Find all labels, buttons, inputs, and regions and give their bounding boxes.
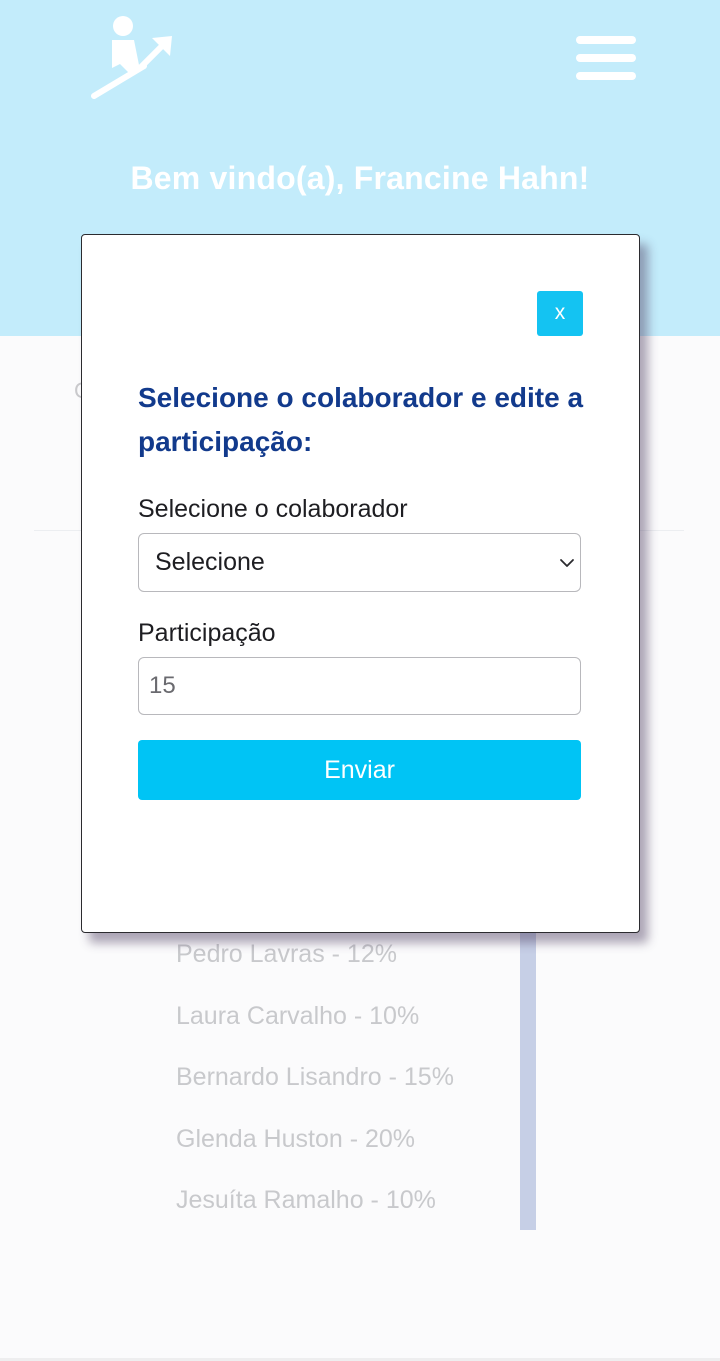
menu-line [576, 54, 636, 62]
welcome-title: Bem vindo(a), Francine Hahn! [130, 160, 590, 196]
submit-button[interactable]: Enviar [138, 740, 581, 800]
close-button[interactable]: x [537, 291, 583, 336]
list-item: Glenda Huston - 20% [176, 1124, 416, 1153]
collaborator-label: Selecione o colaborador [138, 495, 408, 523]
list-item: Laura Carvalho - 10% [176, 1001, 420, 1030]
participation-label: Participação [138, 619, 276, 647]
person-growth-arrow-icon [91, 16, 172, 99]
participation-input[interactable] [138, 657, 581, 715]
list-item: Bernardo Lisandro - 15% [176, 1063, 454, 1091]
menu-line [576, 72, 636, 80]
chevron-down-icon [560, 559, 574, 567]
list-item: Jesuíta Ramalho - 10% [176, 1186, 436, 1214]
menu-line [576, 36, 636, 44]
collaborator-select-value: Selecione [155, 548, 265, 576]
chart-bar [520, 930, 536, 1230]
list-item: Pedro Lavras - 12% [176, 940, 397, 968]
hamburger-menu-icon[interactable] [574, 34, 638, 82]
modal-title: Selecione o colaborador e edite a partic… [138, 382, 584, 457]
edit-participation-modal: x Selecione o colaborador e edite a part… [81, 234, 640, 933]
collaborator-select[interactable]: Selecione [138, 533, 581, 592]
collaborator-list: Pedro Lavras - 12% Laura Carvalho - 10% … [176, 936, 454, 1244]
